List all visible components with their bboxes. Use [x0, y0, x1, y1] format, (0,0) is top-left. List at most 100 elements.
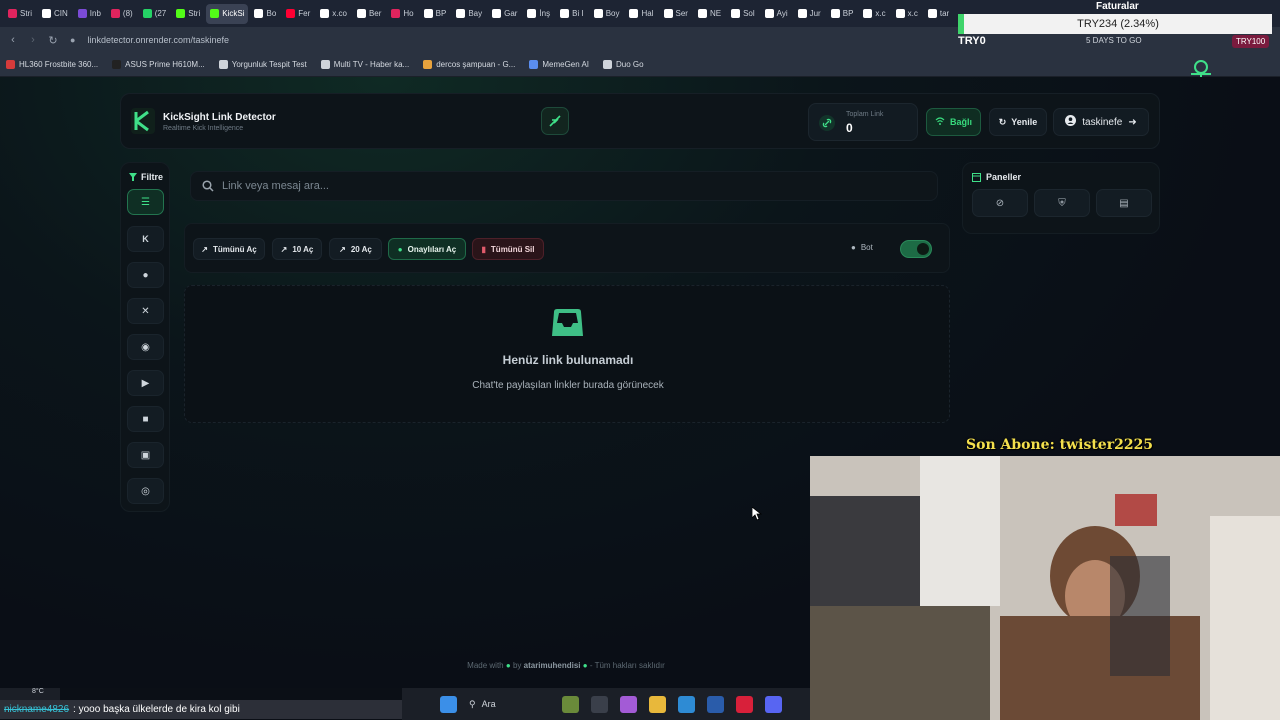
external-link-icon: ↗ — [201, 244, 208, 254]
forward-icon[interactable]: › — [26, 34, 40, 46]
filter-web-button[interactable]: ◎ — [127, 478, 164, 504]
tab-label: Sol — [743, 9, 755, 18]
robot-heart-icon: ● — [505, 661, 511, 670]
widget-icon[interactable] — [561, 695, 579, 713]
app-title: KickSight Link Detector — [163, 112, 276, 123]
browser-tab[interactable]: İnş — [523, 4, 554, 24]
archive-panel-button[interactable]: ▤ — [1096, 189, 1152, 217]
browser-tab[interactable]: NE — [694, 4, 725, 24]
browser-tab[interactable]: (27 — [139, 4, 171, 24]
browser-tab[interactable]: Ser — [660, 4, 692, 24]
weather-text: 8°C — [32, 688, 44, 695]
taskbar-search[interactable]: Ara — [482, 699, 562, 709]
feather-icon[interactable] — [541, 107, 569, 135]
tab-favicon-icon — [110, 9, 120, 18]
browser-tab[interactable]: Sol — [727, 4, 759, 24]
youtube-icon: ▶ — [141, 377, 150, 389]
browser-tab[interactable]: CIN — [38, 4, 72, 24]
browser-tab[interactable]: BP — [420, 4, 451, 24]
task-view-icon[interactable] — [590, 695, 608, 713]
filter-user-button[interactable]: ● — [127, 262, 164, 288]
refresh-button[interactable]: ↻ Yenile — [989, 108, 1047, 136]
browser-tab[interactable]: Gar — [488, 4, 521, 24]
browser-tab[interactable]: Bay — [452, 4, 486, 24]
bookmark-item[interactable]: ASUS Prime H610M... — [112, 60, 205, 69]
bookmark-label: ASUS Prime H610M... — [125, 60, 205, 69]
connected-button[interactable]: Bağlı — [926, 108, 981, 136]
discord-icon[interactable] — [764, 695, 782, 713]
bookmark-item[interactable]: HL360 Frostbite 360... — [6, 60, 98, 69]
browser-tab[interactable]: Ho — [387, 4, 417, 24]
filter-all-button[interactable]: ☰ — [127, 189, 164, 215]
windows-start-icon[interactable] — [440, 695, 457, 713]
user-circle-icon — [1065, 115, 1077, 129]
browser-tab[interactable]: KickSi — [206, 3, 249, 24]
user-button[interactable]: taskinefe ➜ — [1053, 108, 1149, 136]
reload-icon[interactable]: ↻ — [46, 34, 60, 47]
filter-title: Filtre — [129, 172, 163, 182]
tab-label: tar — [939, 9, 950, 18]
back-icon[interactable]: ‹ — [6, 34, 20, 46]
edge-icon[interactable] — [677, 695, 695, 713]
blocked-panel-button[interactable]: ⊘ — [972, 189, 1028, 217]
browser-tab[interactable]: BP — [827, 4, 858, 24]
moderator-panel-button[interactable]: ⛨ — [1034, 189, 1090, 217]
browser-tab[interactable]: Ber — [353, 4, 385, 24]
bookmark-item[interactable]: Duo Go — [603, 60, 644, 69]
tab-favicon-icon — [764, 9, 774, 18]
bot-toggle[interactable] — [900, 240, 932, 258]
browser-tab[interactable]: x.co — [316, 4, 351, 24]
open-approved-button[interactable]: ● Onaylıları Aç — [388, 238, 466, 260]
taskbar-search-icon: ⚲ — [469, 698, 476, 709]
url-field[interactable]: linkdetector.onrender.com/taskinefe — [87, 35, 229, 45]
bookmark-label: Duo Go — [616, 60, 644, 69]
bookmark-item[interactable]: MemeGen AI — [529, 60, 589, 69]
file-explorer-icon[interactable] — [648, 695, 666, 713]
tab-favicon-icon — [210, 9, 220, 18]
open-20-button[interactable]: ↗ 20 Aç — [329, 238, 382, 260]
delete-all-button[interactable]: ▮ Tümünü Sil — [472, 238, 544, 260]
browser-tab[interactable]: Inb — [74, 4, 105, 24]
filter-youtube-button[interactable]: ▶ — [127, 370, 164, 396]
filter-kick-button[interactable]: K — [127, 226, 164, 252]
logout-icon[interactable]: ➜ — [1128, 117, 1136, 128]
external-link-icon: ↗ — [339, 244, 346, 254]
browser-tab[interactable]: Stri — [172, 4, 204, 24]
filter-x-button[interactable]: ✕ — [127, 298, 164, 324]
browser-tab[interactable]: Jur — [794, 4, 825, 24]
browser-tab[interactable]: (8) — [107, 4, 137, 24]
weather-widget[interactable]: 8°C — [0, 688, 60, 700]
opera-icon[interactable] — [735, 695, 753, 713]
browser-tab[interactable]: Fer — [282, 4, 314, 24]
browser-tab[interactable]: Ayi — [761, 4, 792, 24]
browser-tab[interactable]: Stri — [4, 4, 36, 24]
tab-label: Gar — [504, 9, 518, 18]
tab-label: Jur — [809, 9, 821, 18]
tab-favicon-icon — [356, 9, 366, 18]
browser-tab[interactable]: Boy — [590, 4, 624, 24]
browser-tab[interactable]: tar — [924, 4, 953, 24]
browser-tab[interactable]: Bi I — [556, 4, 588, 24]
tab-label: x.c — [907, 9, 918, 18]
browser-tab[interactable]: Bo — [250, 4, 280, 24]
bookmark-icon — [112, 60, 122, 69]
open-10-button[interactable]: ↗ 10 Aç — [272, 238, 322, 260]
filter-instagram-button[interactable]: ◉ — [127, 334, 164, 360]
copilot-icon[interactable] — [619, 695, 637, 713]
site-info-icon[interactable]: ● — [70, 35, 75, 45]
open-all-button[interactable]: ↗ Tümünü Aç — [193, 238, 265, 260]
filter-video-button[interactable]: ■ — [127, 406, 164, 432]
search-input[interactable] — [222, 180, 902, 192]
bookmark-item[interactable]: Multi TV - Haber ka... — [320, 60, 409, 69]
store-icon[interactable] — [706, 695, 724, 713]
browser-tab[interactable]: x.c — [859, 4, 889, 24]
archive-icon: ▤ — [1119, 197, 1129, 209]
footer-author[interactable]: atarimuhendisi — [524, 661, 581, 670]
last-subscriber-alert: Son Abone: twister2225 — [966, 437, 1154, 453]
browser-tab[interactable]: Hal — [625, 4, 657, 24]
filter-camera-button[interactable]: ▣ — [127, 442, 164, 468]
browser-tab[interactable]: x.c — [892, 4, 922, 24]
bookmark-icon — [529, 60, 539, 69]
bookmark-item[interactable]: dercos şampuan - G... — [423, 60, 515, 69]
bookmark-item[interactable]: Yorgunluk Tespit Test — [218, 60, 307, 69]
